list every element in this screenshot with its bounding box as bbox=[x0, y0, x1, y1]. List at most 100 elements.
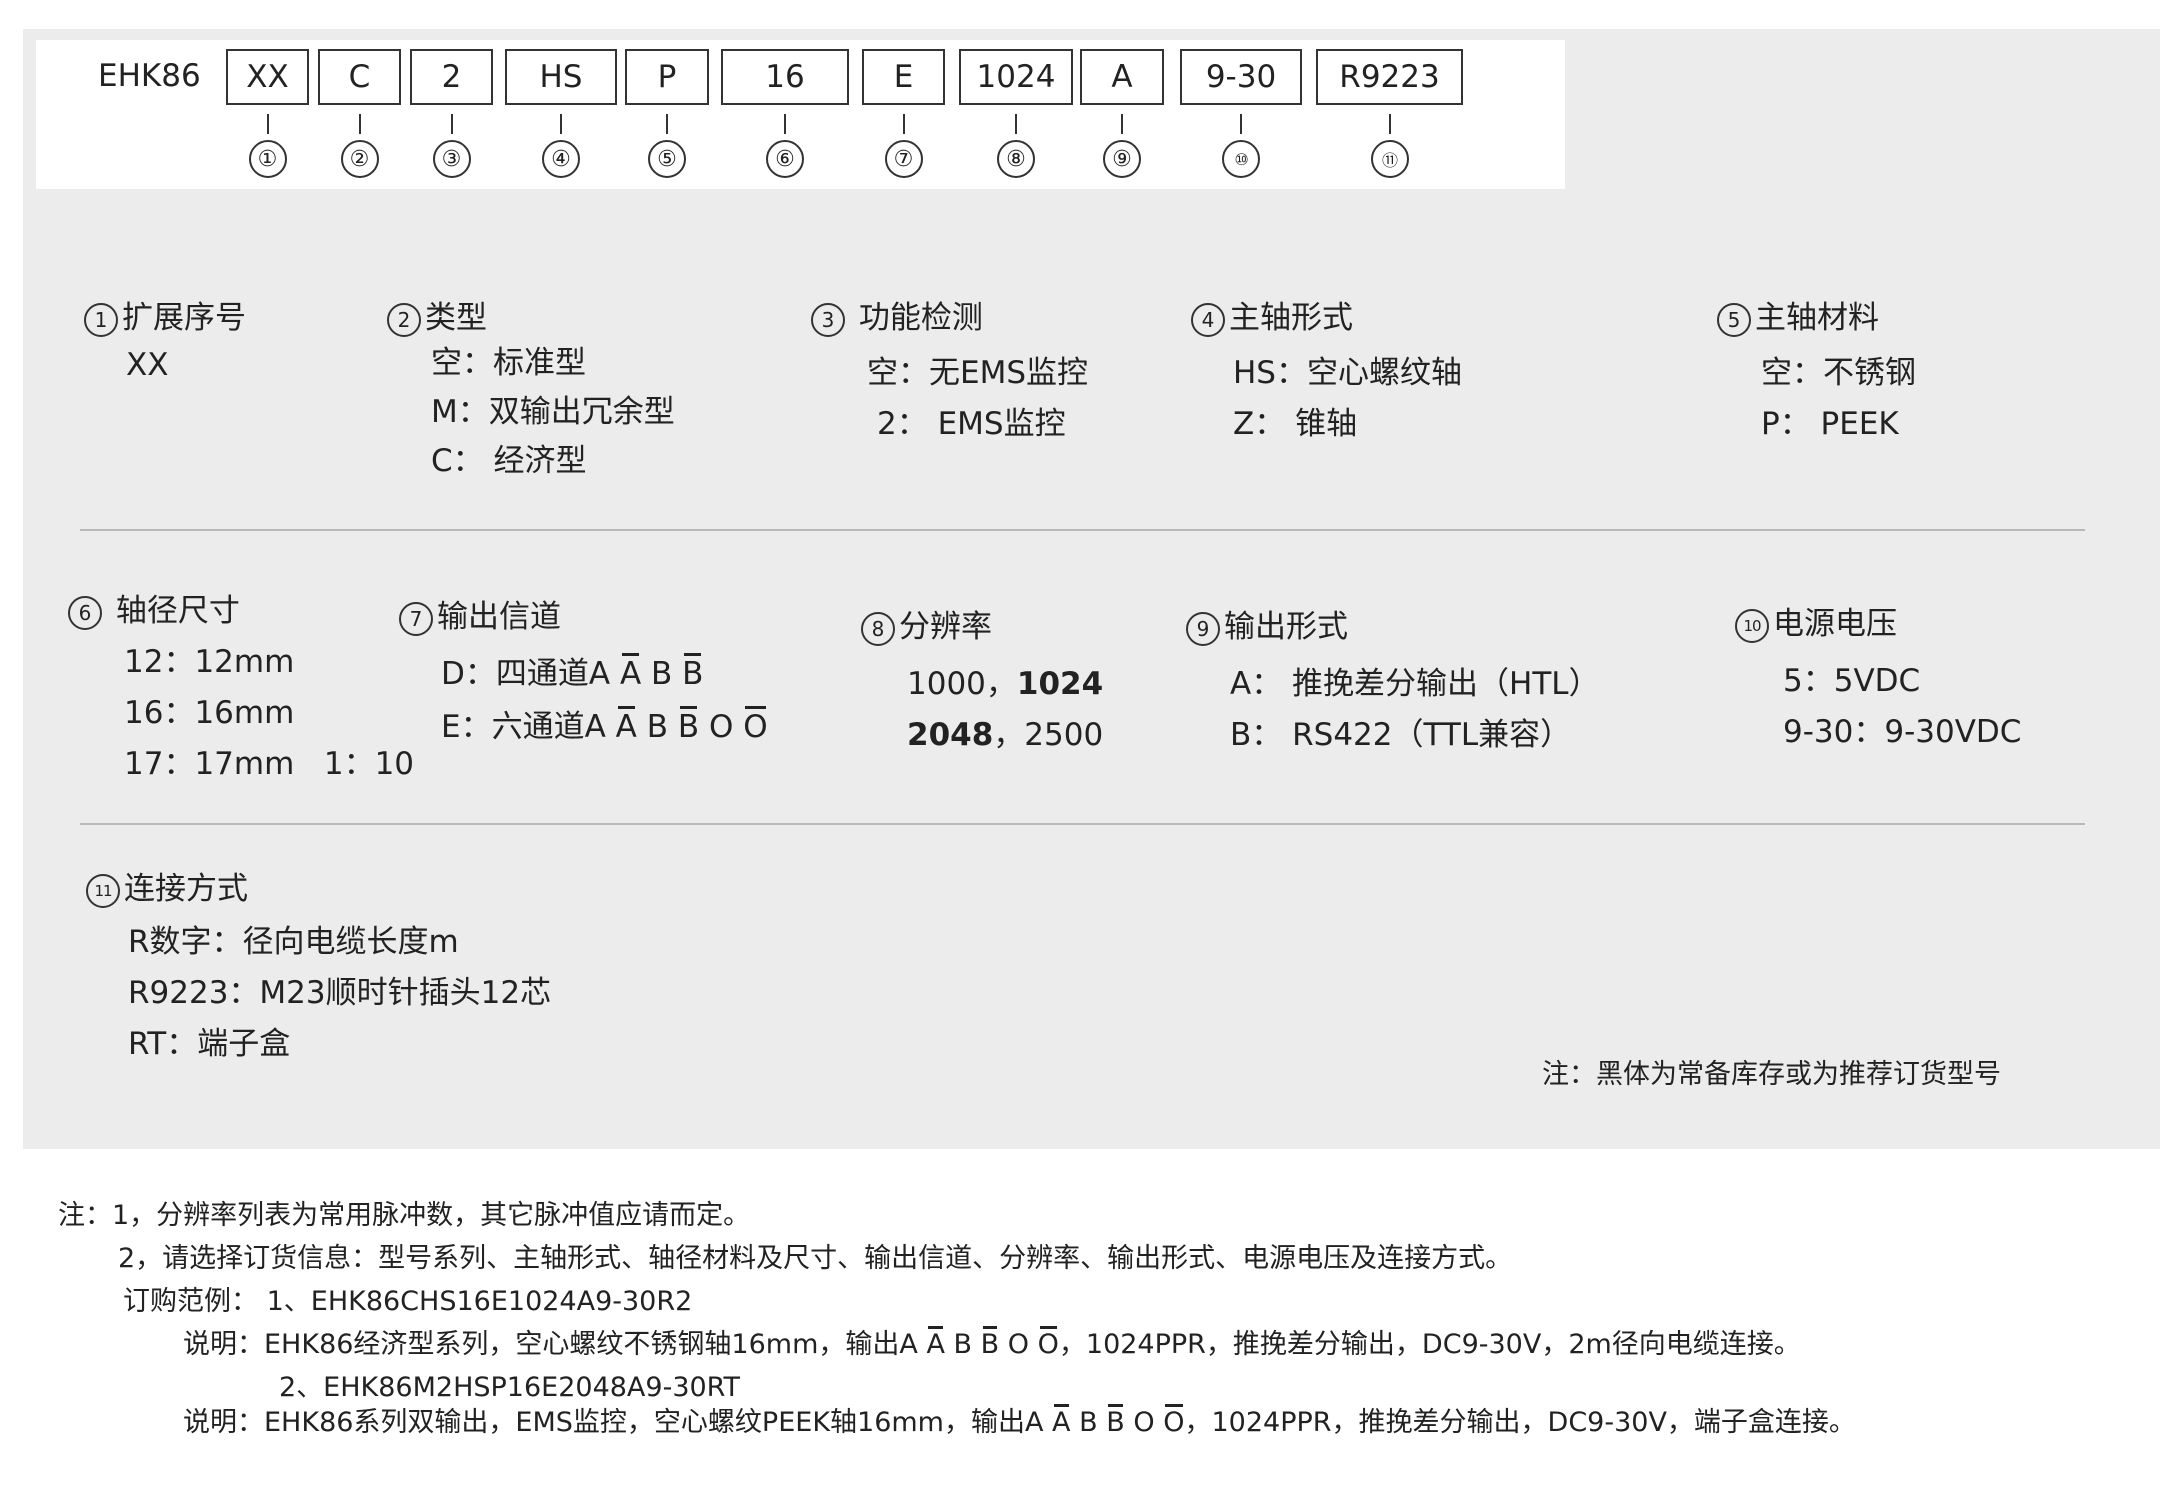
signal-b: B bbox=[1079, 1407, 1098, 1438]
code-box: XX bbox=[226, 49, 309, 105]
option-line: 2： EMS监控 bbox=[877, 406, 1066, 442]
resolution-value: ，2500 bbox=[993, 717, 1104, 753]
code-box: A bbox=[1080, 49, 1164, 105]
channel-d-prefix: D：四通道A bbox=[441, 656, 620, 692]
section-11: 11 连接方式 R数字：径向电缆长度m R9223：M23顺时针插头12芯 RT：… bbox=[86, 863, 551, 1063]
code-position-number: ⑪ bbox=[1370, 140, 1409, 178]
code-position-number: ⑨ bbox=[1103, 140, 1141, 178]
section-badge-5: 5 bbox=[1717, 302, 1751, 337]
option-line: R9223：M23顺时针插头12芯 bbox=[128, 975, 552, 1011]
code-box: E bbox=[862, 49, 945, 105]
code-connector bbox=[1015, 114, 1017, 134]
section-title: 扩展序号 bbox=[122, 300, 246, 336]
section-title: 主轴材料 bbox=[1755, 300, 1879, 336]
signal-a-bar: A bbox=[619, 653, 642, 692]
signal-o: O bbox=[709, 709, 734, 745]
note-4-prefix: 说明：EHK86经济型系列，空心螺纹不锈钢轴16mm，输出A bbox=[183, 1329, 927, 1360]
resolution-value: 1000， bbox=[907, 666, 1017, 702]
section-title: 类型 bbox=[425, 300, 487, 336]
signal-b-bar: B bbox=[677, 706, 700, 745]
code-position-number: ⑤ bbox=[648, 140, 686, 178]
code-box: 1024 bbox=[959, 49, 1073, 105]
note-6-suffix: ，1024PPR，推挽差分输出，DC9-30V，端子盒连接。 bbox=[1184, 1407, 1856, 1438]
section-title: 电源电压 bbox=[1773, 606, 1897, 642]
signal-o: O bbox=[1133, 1407, 1155, 1438]
signal-o-bar: O bbox=[743, 706, 768, 745]
signal-b: B bbox=[953, 1329, 973, 1360]
section-badge-1: 1 bbox=[84, 302, 118, 337]
code-connector bbox=[1388, 114, 1391, 134]
code-position-number: ④ bbox=[542, 140, 580, 178]
note-2: 2，请选择订货信息：型号系列、主轴形式、轴径材料及尺寸、输出信道、分辨率、输出形… bbox=[118, 1243, 1513, 1274]
note-6-prefix: 说明：EHK86系列双输出，EMS监控，空心螺纹PEEK轴16mm，输出A bbox=[183, 1407, 1053, 1438]
code-box: 16 bbox=[721, 49, 849, 105]
signal-o: O bbox=[1007, 1329, 1030, 1360]
section-7: 7 输出信道 D：四通道A A B B E：六通道A A B B O O bbox=[399, 591, 768, 746]
section-badge-9: 9 bbox=[1186, 611, 1220, 646]
code-position-number: ⑦ bbox=[884, 140, 923, 178]
section-badge-11: 11 bbox=[86, 873, 120, 908]
signal-b-bar: B bbox=[1106, 1404, 1125, 1438]
section-badge-7: 7 bbox=[399, 601, 433, 636]
code-box: P bbox=[625, 49, 709, 105]
signal-a-bar: A bbox=[1052, 1404, 1071, 1438]
code-position-number: ① bbox=[248, 140, 287, 178]
note-5: 2、EHK86M2HSP16E2048A9-30RT bbox=[279, 1372, 740, 1403]
code-connector bbox=[266, 114, 269, 134]
channel-e-prefix: E：六通道A bbox=[441, 709, 616, 745]
section-title: 分辨率 bbox=[899, 609, 992, 645]
resolution-value-bold: 2048 bbox=[907, 717, 994, 753]
signal-b-bar: B bbox=[980, 1326, 1000, 1360]
section-3: 3 功能检测 空：无EMS监控 2： EMS监控 bbox=[811, 292, 1088, 443]
code-box: R9223 bbox=[1316, 49, 1463, 105]
code-connector bbox=[560, 114, 562, 134]
code-position-number: ② bbox=[340, 140, 379, 178]
model-prefix: EHK86 bbox=[98, 58, 201, 94]
code-box: 9-30 bbox=[1180, 49, 1302, 105]
signal-b-bar: B bbox=[682, 653, 704, 692]
section-title: 输出形式 bbox=[1224, 609, 1348, 645]
divider bbox=[80, 529, 2085, 531]
option-line: 5：5VDC bbox=[1783, 663, 1921, 699]
section-4: 4 主轴形式 HS：空心螺纹轴 Z： 锥轴 bbox=[1191, 292, 1462, 443]
section-badge-6: 6 bbox=[68, 595, 102, 630]
code-connector bbox=[1121, 114, 1123, 134]
section-badge-4: 4 bbox=[1191, 302, 1225, 337]
section-badge-8: 8 bbox=[861, 611, 895, 646]
option-line: Z： 锥轴 bbox=[1233, 406, 1358, 442]
section-1: 1 扩展序号 XX bbox=[84, 292, 246, 383]
option-line: 12：12mm bbox=[124, 644, 295, 680]
resolution-value-bold: 1024 bbox=[1016, 666, 1104, 702]
note-4: 说明：EHK86经济型系列，空心螺纹不锈钢轴16mm，输出A A B B O O… bbox=[183, 1322, 1801, 1361]
section-title: 连接方式 bbox=[124, 871, 248, 907]
code-box: 2 bbox=[410, 49, 493, 105]
code-box: HS bbox=[505, 49, 617, 105]
section-10: 10 电源电压 5：5VDC 9-30：9-30VDC bbox=[1735, 598, 2021, 751]
code-box: C bbox=[318, 49, 401, 105]
option-line: 空：无EMS监控 bbox=[867, 355, 1089, 391]
option-line: M：双输出冗余型 bbox=[431, 394, 675, 430]
divider bbox=[80, 823, 2085, 825]
option-line: RT：端子盒 bbox=[128, 1026, 291, 1062]
option-line: 17：17mm 1：10 bbox=[124, 746, 415, 782]
section-title: 功能检测 bbox=[858, 300, 983, 336]
note-4-suffix: ，1024PPR，推挽差分输出，DC9-30V，2m径向电缆连接。 bbox=[1058, 1329, 1801, 1360]
code-connector bbox=[666, 114, 668, 134]
signal-o-bar: O bbox=[1037, 1326, 1059, 1360]
code-connector bbox=[902, 114, 905, 134]
section-5: 5 主轴材料 空：不锈钢 P： PEEK bbox=[1717, 292, 1916, 443]
section-badge-3: 3 bbox=[811, 302, 845, 337]
option-line: P： PEEK bbox=[1761, 406, 1899, 442]
code-position-number: ③ bbox=[432, 140, 471, 178]
section-title: 输出信道 bbox=[437, 599, 561, 635]
section-6: 6 轴径尺寸 12：12mm 16：16mm 17：17mm 1：10 bbox=[68, 585, 414, 783]
code-position-number: ⑩ bbox=[1222, 140, 1260, 178]
panel-note: 注：黑体为常备库存或为推荐订货型号 bbox=[1542, 1059, 2001, 1090]
section-badge-10: 10 bbox=[1735, 608, 1769, 643]
option-line: A： 推挽差分输出（HTL） bbox=[1230, 666, 1600, 702]
section-8: 8 分辨率 1000，1024 2048，2500 bbox=[861, 601, 1103, 754]
channel-e-line: E：六通道A A B B O O bbox=[441, 701, 768, 746]
option-line: 空：不锈钢 bbox=[1761, 355, 1916, 391]
option-line: B： RS422（TTL兼容） bbox=[1230, 717, 1572, 753]
signal-b: B bbox=[651, 656, 673, 692]
